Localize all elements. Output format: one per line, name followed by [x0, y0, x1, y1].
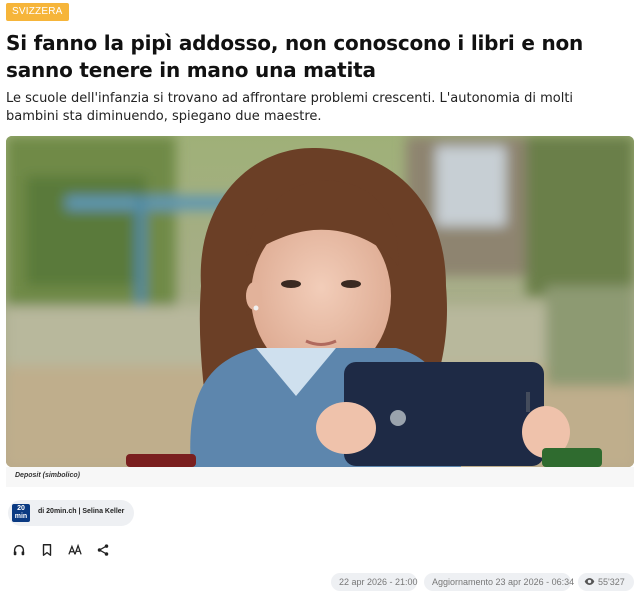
view-count-value: 55'327 — [598, 577, 625, 587]
eye-icon — [584, 578, 595, 585]
headphones-icon — [13, 544, 25, 556]
author-byline: di 20min.ch | Selina Keller — [38, 508, 125, 515]
font-size-button[interactable] — [66, 541, 84, 559]
view-count: 55'327 — [578, 573, 634, 591]
updated-date: Aggiornamento 23 apr 2026 - 06:34 — [424, 573, 574, 591]
listen-button[interactable] — [10, 541, 28, 559]
image-caption: Deposit (simbolico) — [15, 472, 80, 479]
article-title: Si fanno la pipì addosso, non conoscono … — [6, 31, 584, 82]
bookmark-button[interactable] — [38, 541, 56, 559]
share-icon — [97, 544, 109, 556]
published-date: 22 apr 2026 - 21:00 — [331, 573, 418, 591]
article-hero-image[interactable] — [6, 136, 634, 467]
publisher-logo: 20 min — [12, 504, 30, 522]
share-button[interactable] — [94, 541, 112, 559]
child-with-phone-photo — [6, 136, 634, 467]
article-lead: Le scuole dell'infanzia si trovano ad af… — [6, 91, 574, 124]
bookmark-icon — [42, 544, 52, 556]
author-chip[interactable]: 20 min di 20min.ch | Selina Keller — [8, 500, 134, 526]
image-caption-bar: Deposit (simbolico) — [6, 467, 634, 487]
category-tag[interactable]: SVIZZERA — [6, 3, 69, 21]
font-size-icon — [68, 543, 82, 555]
